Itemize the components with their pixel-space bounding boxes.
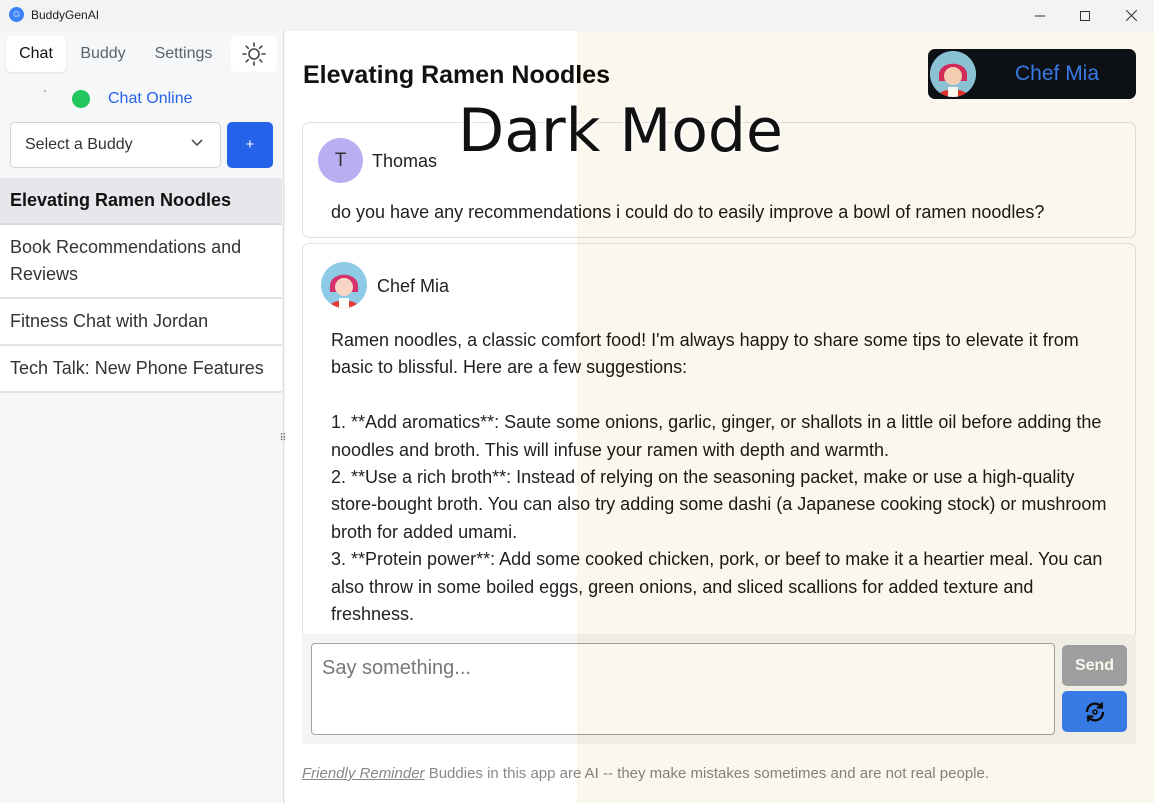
- tab-settings[interactable]: Settings: [141, 36, 226, 72]
- refresh-icon: [1085, 702, 1104, 721]
- app-logo-icon: ☺: [9, 7, 24, 22]
- minimize-icon[interactable]: [1017, 0, 1063, 31]
- status-label: Chat Online: [108, 90, 193, 107]
- avatar: [930, 51, 976, 97]
- message-list-item: 3. **Protein power**: Add some cooked ch…: [331, 549, 1103, 625]
- send-button[interactable]: Send: [1062, 645, 1127, 686]
- status-tick: `: [43, 88, 47, 102]
- conversation-item[interactable]: Book Recommendations and Reviews: [0, 225, 282, 299]
- sun-icon: [242, 42, 266, 66]
- maximize-icon[interactable]: [1062, 0, 1108, 31]
- buddy-chip[interactable]: Chef Mia: [928, 49, 1136, 99]
- tab-buddy[interactable]: Buddy: [73, 36, 133, 72]
- message-paragraph: Ramen noodles, a classic comfort food! I…: [331, 330, 1079, 378]
- sidebar: Chat Buddy Settings ` Chat Online Select…: [0, 31, 284, 803]
- buddy-select[interactable]: Select a Buddy: [10, 122, 221, 168]
- avatar: [321, 262, 367, 308]
- chevron-down-icon: [191, 139, 203, 147]
- message-text: Ramen noodles, a classic comfort food! I…: [331, 327, 1121, 628]
- message-list-item: 2. **Use a rich broth**: Instead of rely…: [331, 467, 1107, 542]
- avatar: T: [318, 138, 363, 183]
- friendly-reminder-link[interactable]: Friendly Reminder: [302, 765, 425, 782]
- tab-chat[interactable]: Chat: [6, 36, 66, 72]
- message-list-item: 1. **Add aromatics**: Saute some onions,…: [331, 412, 1102, 460]
- conversation-list: Elevating Ramen Noodles Book Recommendat…: [0, 178, 284, 393]
- page-title: Elevating Ramen Noodles: [303, 61, 611, 89]
- window-title: BuddyGenAI: [31, 8, 100, 22]
- message-input[interactable]: Say something...: [311, 643, 1055, 735]
- message-text: do you have any recommendations i could …: [331, 202, 1045, 222]
- conversation-item[interactable]: Elevating Ramen Noodles: [0, 178, 282, 225]
- close-icon[interactable]: [1108, 0, 1154, 31]
- regenerate-button[interactable]: [1062, 691, 1127, 732]
- theme-toggle-button[interactable]: [231, 36, 277, 72]
- add-buddy-button[interactable]: +: [227, 122, 273, 168]
- chat-status: ` Chat Online: [0, 86, 284, 114]
- dark-mode-label: Dark Mode: [458, 96, 783, 166]
- conversation-item[interactable]: Tech Talk: New Phone Features: [0, 346, 282, 393]
- message-sender: Chef Mia: [377, 276, 450, 296]
- buddy-name: Chef Mia: [1015, 62, 1100, 85]
- buddy-select-value: Select a Buddy: [25, 136, 133, 153]
- message-sender: Thomas: [372, 151, 438, 171]
- footer-text: Buddies in this app are AI -- they make …: [424, 765, 990, 782]
- window-titlebar: ☺ BuddyGenAI: [0, 0, 1154, 31]
- chat-message: Chef Mia Ramen noodles, a classic comfor…: [302, 243, 1136, 663]
- status-online-dot: [72, 90, 90, 108]
- conversation-item[interactable]: Fitness Chat with Jordan: [0, 299, 282, 346]
- message-composer: Say something... Send: [302, 634, 1136, 744]
- footer-disclaimer: Friendly Reminder Buddies in this app ar…: [302, 765, 989, 782]
